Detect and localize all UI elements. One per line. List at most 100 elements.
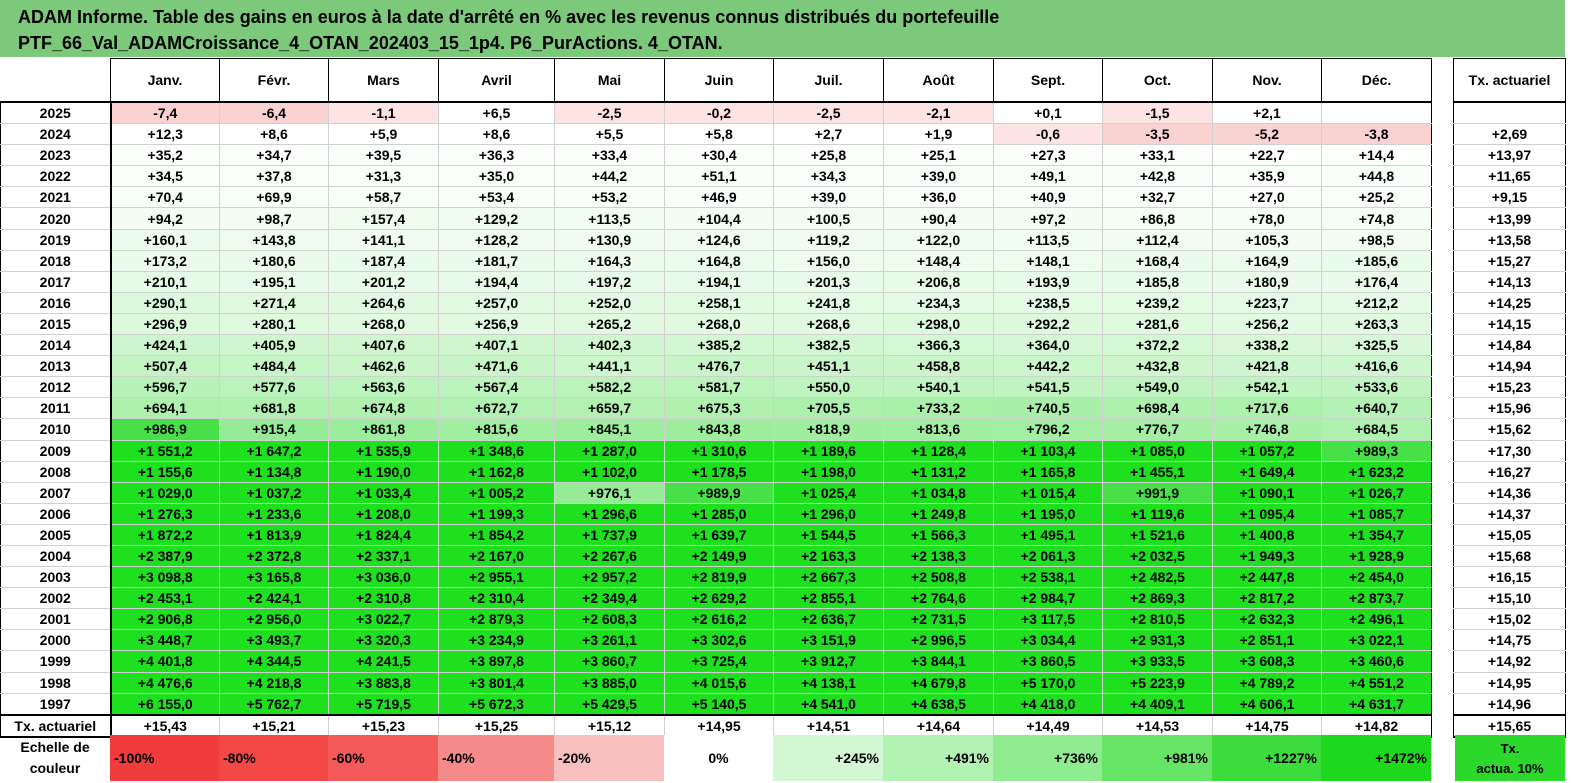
gain-cell: +3 912,7 (773, 650, 884, 673)
gain-cell: +2 956,0 (219, 608, 329, 631)
actuarial-rate-table: Tx. actuariel +2,69 +13,97 +11,65 +9,15 +13,9… (1453, 58, 1566, 738)
actuarial-cell: +14,82 (1321, 713, 1432, 738)
actuarial-cell: +14,64 (883, 713, 994, 738)
year-cell: 2018 (0, 249, 112, 272)
gain-cell: +843,8 (664, 418, 774, 441)
gain-cell: +2 032,5 (1102, 544, 1213, 568)
gain-cell: +5,8 (664, 123, 774, 146)
actuarial-row-label: Tx. actuariel (0, 713, 112, 738)
gain-cell: +258,1 (664, 291, 774, 314)
gain-cell: +1 131,2 (883, 460, 994, 483)
gain-cell: +1 208,0 (328, 502, 439, 525)
gain-cell: +705,5 (773, 397, 884, 420)
gain-cell: +3 897,8 (438, 650, 555, 673)
gain-cell: +36,3 (438, 144, 555, 167)
gain-cell: +1 033,4 (328, 481, 439, 504)
gain-cell: +2 149,9 (664, 544, 774, 568)
scale-step: +981% (1102, 735, 1212, 781)
gain-cell: +681,8 (219, 397, 329, 420)
gain-cell: +98,5 (1321, 228, 1432, 251)
gain-cell: +3 117,5 (993, 608, 1103, 631)
table-row: 2012 +596,7 +577,6 +563,6 +567,4 +582,2 +581,7… (0, 376, 1432, 399)
tx-cell: +14,25 (1453, 291, 1566, 314)
gain-cell: +861,8 (328, 418, 439, 441)
gain-cell: +507,4 (110, 355, 220, 378)
tx-cell: +2,69 (1453, 123, 1566, 146)
gain-cell: +1 354,7 (1321, 523, 1432, 546)
gain-cell: +2 349,4 (554, 587, 665, 610)
gain-cell: +1 647,2 (219, 439, 329, 462)
actuarial-cell: +15,21 (219, 713, 329, 738)
gain-cell: +1 085,7 (1321, 502, 1432, 525)
gain-cell: +265,2 (554, 312, 665, 336)
scale-step: -20% (554, 735, 664, 781)
gain-cell: +90,4 (883, 207, 994, 230)
header-row: Janv. Févr. Mars Avril Mai Juin Juil. Août Sept.… (0, 58, 1432, 103)
tx-row: +13,99 (1453, 207, 1566, 230)
tx-row: +15,05 (1453, 523, 1566, 546)
gain-cell: +34,3 (773, 165, 884, 188)
gain-cell: +2 817,2 (1212, 587, 1322, 610)
gain-cell: +3 933,5 (1102, 650, 1213, 673)
tx-cell: +14,36 (1453, 481, 1566, 504)
gain-cell: +5 140,5 (664, 692, 774, 716)
gain-cell: +1 037,2 (219, 481, 329, 504)
gain-cell: +292,2 (993, 312, 1103, 336)
gain-cell: +3 302,6 (664, 629, 774, 652)
gain-cell: +263,3 (1321, 312, 1432, 336)
gain-cell: +1 249,8 (883, 502, 994, 525)
year-cell: 2012 (0, 376, 112, 399)
gain-cell: -1,5 (1102, 101, 1213, 125)
tx-row: +14,84 (1453, 334, 1566, 357)
gain-cell: +5 762,7 (219, 692, 329, 716)
gain-cell: +148,4 (883, 249, 994, 272)
gain-cell: +915,4 (219, 418, 329, 441)
tx-cell: +15,02 (1453, 608, 1566, 631)
gain-cell: +1 233,6 (219, 502, 329, 525)
tx-row (1453, 101, 1566, 125)
gain-cell: +1 854,2 (438, 523, 555, 546)
gain-cell: +684,5 (1321, 418, 1432, 441)
gain-cell: +194,1 (664, 270, 774, 293)
gain-cell: +195,1 (219, 270, 329, 293)
gain-cell: +22,7 (1212, 144, 1322, 167)
gain-cell: +640,7 (1321, 397, 1432, 420)
table-row: 2007 +1 029,0 +1 037,2 +1 033,4 +1 005,2 +976… (0, 481, 1432, 504)
gain-cell: +2 957,2 (554, 566, 665, 589)
table-row: 2022 +34,5 +37,8 +31,3 +35,0 +44,2 +51,1 +34,3 +… (0, 165, 1432, 188)
tx-cell (1453, 101, 1566, 125)
gain-cell: +2 851,1 (1212, 629, 1322, 652)
gain-cell: +424,1 (110, 334, 220, 357)
month-header: Nov. (1212, 58, 1322, 103)
gain-cell: +1 103,4 (993, 439, 1103, 462)
year-cell: 2022 (0, 165, 112, 188)
year-cell: 2006 (0, 502, 112, 525)
gain-cell: +128,2 (438, 228, 555, 251)
table-row: 2023 +35,2 +34,7 +39,5 +36,3 +33,4 +30,4 +25,8 +… (0, 144, 1432, 167)
table-row: 2002 +2 453,1 +2 424,1 +2 310,8 +2 310,4 +2 3… (0, 587, 1432, 610)
gain-cell: +2 636,7 (773, 608, 884, 631)
year-cell: 2020 (0, 207, 112, 230)
gain-cell: +549,0 (1102, 376, 1213, 399)
actuarial-cell: +15,25 (438, 713, 555, 738)
tx-row: +14,37 (1453, 502, 1566, 525)
gain-cell: +4 606,1 (1212, 692, 1322, 716)
gain-cell: +2 061,3 (993, 544, 1103, 568)
gain-cell: +70,4 (110, 186, 220, 209)
header-corner (0, 58, 111, 103)
scale-label-line1: Echelle de (20, 739, 90, 755)
table-row: 2005 +1 872,2 +1 813,9 +1 824,4 +1 854,2 +1 7… (0, 523, 1432, 546)
year-cell: 2025 (0, 101, 112, 125)
gain-cell: +239,2 (1102, 291, 1213, 314)
tx-cell: +15,27 (1453, 249, 1566, 272)
gain-cell: +1 566,3 (883, 523, 994, 546)
table-row: 2011 +694,1 +681,8 +674,8 +672,7 +659,7 +675,3… (0, 397, 1432, 420)
year-cell: 2000 (0, 629, 112, 652)
table-row: 2016 +290,1 +271,4 +264,6 +257,0 +252,0 +258,1… (0, 291, 1432, 314)
gain-cell: +8,6 (438, 123, 555, 146)
gain-cell: +451,1 (773, 355, 884, 378)
gain-cell: +2 667,3 (773, 566, 884, 589)
gain-cell: +212,2 (1321, 291, 1432, 314)
gain-cell: +1 455,1 (1102, 460, 1213, 483)
gain-cell: +164,8 (664, 249, 774, 272)
